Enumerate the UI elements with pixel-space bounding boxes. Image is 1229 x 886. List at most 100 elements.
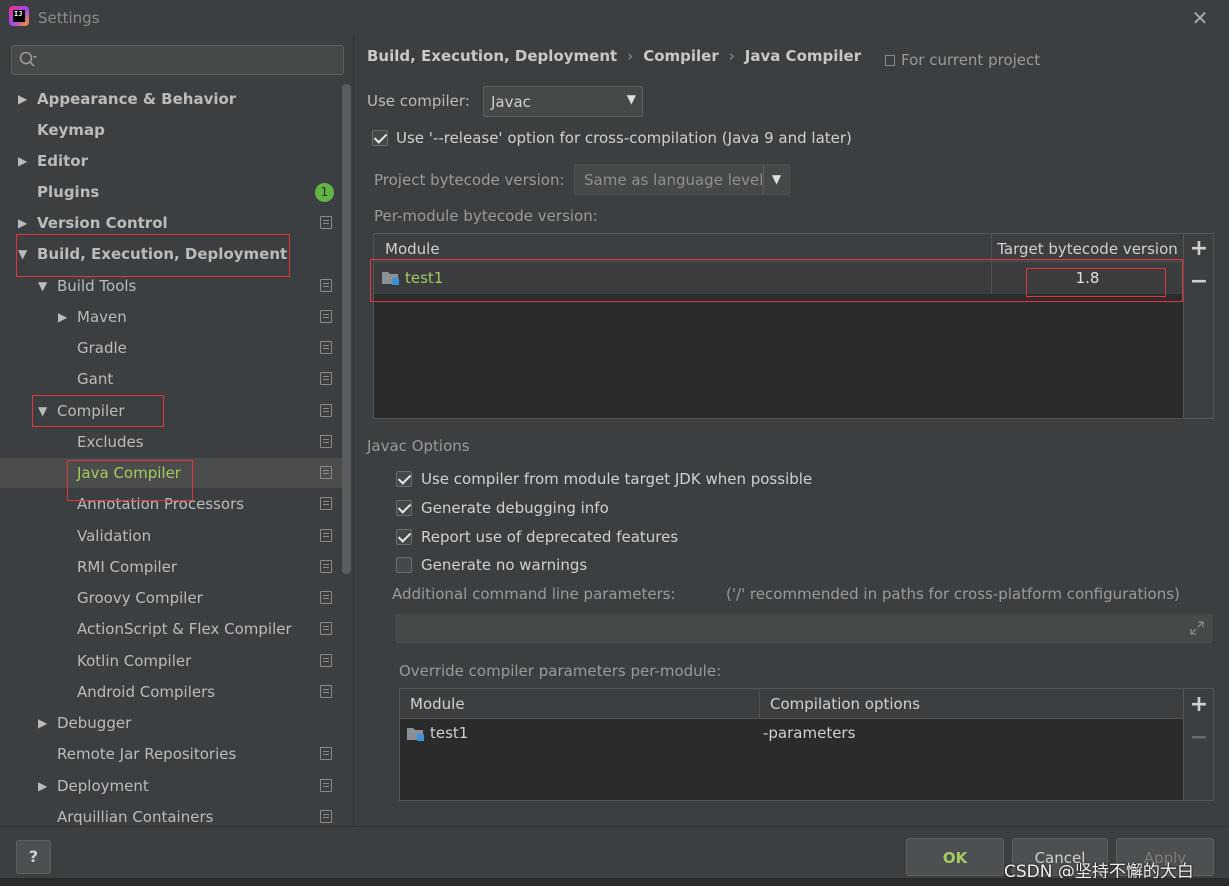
table-row[interactable]: test1 -parameters bbox=[400, 719, 1183, 749]
sidebar-item-label: Version Control bbox=[37, 214, 168, 232]
sidebar-item-label: Remote Jar Repositories bbox=[57, 745, 237, 763]
ok-button[interactable]: OK bbox=[906, 838, 1004, 876]
debugging-info-checkbox[interactable] bbox=[396, 500, 412, 516]
project-scope-icon bbox=[320, 497, 332, 510]
sidebar-item-label: Annotation Processors bbox=[77, 495, 245, 513]
sidebar-item-validation[interactable]: Validation bbox=[0, 521, 342, 551]
project-bytecode-value: Same as language level bbox=[584, 171, 764, 189]
project-scope-icon bbox=[320, 404, 332, 417]
compilation-options-value[interactable]: -parameters bbox=[763, 724, 855, 742]
remove-icon[interactable]: − bbox=[1189, 271, 1209, 293]
no-warnings-label: Generate no warnings bbox=[421, 556, 588, 574]
sidebar-item-version-control[interactable]: ▶ Version Control bbox=[0, 208, 342, 238]
sidebar-item-build-execution-deployment[interactable]: ▼ Build, Execution, Deployment bbox=[0, 239, 342, 269]
project-bytecode-label: Project bytecode version: bbox=[374, 171, 565, 189]
expand-arrow-icon[interactable]: ▶ bbox=[38, 708, 52, 738]
sidebar-item-actionscript-flex-compiler[interactable]: ActionScript & Flex Compiler bbox=[0, 614, 342, 644]
sidebar-item-plugins[interactable]: Plugins 1 bbox=[0, 177, 342, 207]
dropdown-arrow-icon: ▼ bbox=[626, 92, 636, 106]
override-params-label: Override compiler parameters per-module: bbox=[399, 662, 722, 680]
sidebar-item-arquillian-containers[interactable]: Arquillian Containers bbox=[0, 802, 342, 826]
project-scope-icon bbox=[320, 779, 332, 792]
scope-text: For current project bbox=[901, 51, 1041, 69]
sidebar-item-maven[interactable]: ▶ Maven bbox=[0, 302, 342, 332]
expand-arrow-icon[interactable]: ▶ bbox=[58, 302, 72, 332]
cmdline-params-hint: ('/' recommended in paths for cross-plat… bbox=[726, 585, 1180, 603]
breadcrumb-item[interactable]: Build, Execution, Deployment bbox=[367, 47, 617, 65]
expand-arrow-icon[interactable]: ▶ bbox=[18, 208, 32, 238]
expand-arrow-icon[interactable]: ▶ bbox=[38, 771, 52, 801]
add-icon[interactable]: + bbox=[1189, 694, 1209, 716]
collapse-arrow-icon[interactable]: ▼ bbox=[38, 271, 52, 301]
project-scope-icon bbox=[320, 466, 332, 479]
release-option-checkbox[interactable] bbox=[372, 130, 388, 146]
sidebar-item-groovy-compiler[interactable]: Groovy Compiler bbox=[0, 583, 342, 613]
sidebar-item-compiler[interactable]: ▼ Compiler bbox=[0, 396, 342, 426]
use-module-jdk-label: Use compiler from module target JDK when… bbox=[421, 470, 813, 488]
override-table-toolbar: + − bbox=[1184, 688, 1214, 801]
release-option-label: Use '--release' option for cross-compila… bbox=[396, 129, 852, 147]
expand-arrow-icon[interactable]: ▶ bbox=[18, 146, 32, 176]
project-scope-icon bbox=[320, 372, 332, 385]
sidebar-item-excludes[interactable]: Excludes bbox=[0, 427, 342, 457]
sidebar-item-annotation-processors[interactable]: Annotation Processors bbox=[0, 489, 342, 519]
column-header-module[interactable]: Module bbox=[374, 234, 991, 262]
cmdline-params-input[interactable] bbox=[396, 614, 1212, 643]
override-params-table: Module Compilation options test1 -parame… bbox=[399, 688, 1184, 801]
no-warnings-checkbox[interactable] bbox=[396, 557, 412, 573]
column-header-module[interactable]: Module bbox=[400, 689, 759, 719]
sidebar-item-editor[interactable]: ▶ Editor bbox=[0, 146, 342, 176]
breadcrumb-item[interactable]: Compiler bbox=[643, 47, 719, 65]
sidebar-item-keymap[interactable]: Keymap bbox=[0, 115, 342, 145]
project-scope-icon bbox=[320, 685, 332, 698]
column-header-target-bytecode[interactable]: Target bytecode version bbox=[991, 234, 1183, 262]
help-button[interactable]: ? bbox=[16, 840, 51, 874]
collapse-arrow-icon[interactable]: ▼ bbox=[18, 239, 32, 269]
sidebar-item-appearance-behavior[interactable]: ▶ Appearance & Behavior bbox=[0, 84, 342, 114]
deprecated-features-checkbox[interactable] bbox=[396, 529, 412, 545]
use-module-jdk-checkbox[interactable] bbox=[396, 471, 412, 487]
sidebar-item-debugger[interactable]: ▶ Debugger bbox=[0, 708, 342, 738]
bottom-strip bbox=[0, 878, 1229, 886]
close-icon[interactable]: ✕ bbox=[1189, 7, 1211, 29]
intellij-logo-icon: IJ bbox=[9, 6, 29, 26]
sidebar-item-java-compiler[interactable]: Java Compiler bbox=[0, 458, 342, 488]
expand-arrow-icon[interactable]: ▶ bbox=[18, 84, 32, 114]
breadcrumb-separator: › bbox=[627, 47, 634, 65]
sidebar-item-label: Compiler bbox=[57, 402, 125, 420]
sidebar-item-rmi-compiler[interactable]: RMI Compiler bbox=[0, 552, 342, 582]
logo-text: IJ bbox=[13, 10, 25, 22]
sidebar-item-label: Deployment bbox=[57, 777, 149, 795]
sidebar-item-deployment[interactable]: ▶ Deployment bbox=[0, 771, 342, 801]
sidebar-item-remote-jar-repositories[interactable]: Remote Jar Repositories bbox=[0, 739, 342, 769]
project-scope-icon bbox=[320, 435, 332, 448]
expand-icon[interactable] bbox=[1190, 621, 1204, 635]
collapse-arrow-icon[interactable]: ▼ bbox=[38, 396, 52, 426]
project-scope-icon bbox=[320, 216, 332, 229]
target-bytecode-cell[interactable]: 1.8 bbox=[991, 262, 1183, 294]
cmdline-params-label: Additional command line parameters: bbox=[392, 585, 676, 603]
per-module-bytecode-table: Module Target bytecode version test1 1.8 bbox=[373, 233, 1184, 419]
sidebar-item-label: Plugins bbox=[37, 183, 100, 201]
module-name: test1 bbox=[430, 724, 469, 742]
table-row[interactable]: test1 1.8 bbox=[374, 262, 1183, 294]
project-scope-icon bbox=[320, 622, 332, 635]
breadcrumb-separator: › bbox=[728, 47, 735, 65]
sidebar-item-build-tools[interactable]: ▼ Build Tools bbox=[0, 271, 342, 301]
sidebar-item-android-compilers[interactable]: Android Compilers bbox=[0, 677, 342, 707]
compiler-select[interactable]: Javac ▼ bbox=[483, 86, 643, 117]
project-scope-icon bbox=[320, 747, 332, 760]
settings-sidebar: ▶ Appearance & Behavior Keymap ▶ Editor … bbox=[0, 36, 354, 826]
sidebar-scrollbar[interactable] bbox=[342, 84, 351, 574]
module-name: test1 bbox=[405, 269, 444, 287]
sidebar-item-gradle[interactable]: Gradle bbox=[0, 333, 342, 363]
sidebar-item-gant[interactable]: Gant bbox=[0, 364, 342, 394]
search-input[interactable] bbox=[11, 45, 344, 75]
project-bytecode-select[interactable]: Same as language level ▼ bbox=[574, 164, 790, 195]
remove-icon[interactable]: − bbox=[1189, 727, 1209, 749]
sidebar-item-kotlin-compiler[interactable]: Kotlin Compiler bbox=[0, 646, 342, 676]
column-header-compilation-options[interactable]: Compilation options bbox=[759, 689, 1183, 719]
sidebar-item-label: RMI Compiler bbox=[77, 558, 178, 576]
breadcrumb-item: Java Compiler bbox=[744, 47, 862, 65]
add-icon[interactable]: + bbox=[1189, 238, 1209, 260]
